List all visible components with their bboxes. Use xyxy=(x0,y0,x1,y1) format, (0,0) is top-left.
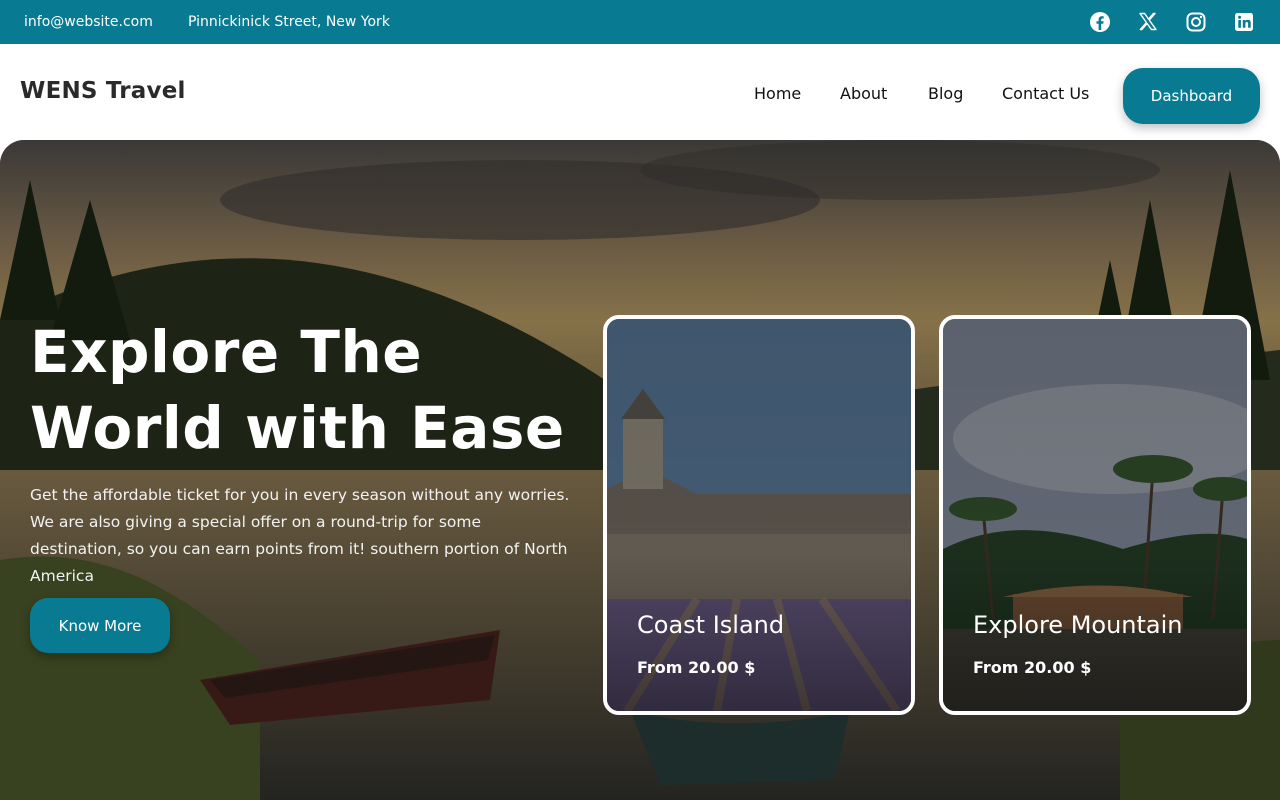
nav-link-home[interactable]: Home xyxy=(754,84,801,103)
instagram-icon[interactable] xyxy=(1184,10,1208,34)
x-twitter-icon[interactable] xyxy=(1136,10,1160,34)
linkedin-icon[interactable] xyxy=(1232,10,1256,34)
card-title: Coast Island xyxy=(637,611,785,639)
nav-link-about[interactable]: About xyxy=(840,84,887,103)
main-navbar: WENS Travel Home About Blog Contact Us D… xyxy=(0,44,1280,140)
hero-description: Get the affordable ticket for you in eve… xyxy=(30,486,570,585)
brand-logo[interactable]: WENS Travel xyxy=(20,78,186,104)
hero-section: Explore The World with Ease Get the affo… xyxy=(0,140,1280,800)
nav-link-contact[interactable]: Contact Us xyxy=(1002,84,1089,103)
destination-card-explore-mountain[interactable]: Explore Mountain From 20.00 $ xyxy=(939,315,1251,715)
destination-card-coast-island[interactable]: Coast Island From 20.00 $ xyxy=(603,315,915,715)
top-info-bar: info@website.com Pinnickinick Street, Ne… xyxy=(0,0,1280,44)
dashboard-button[interactable]: Dashboard xyxy=(1123,68,1260,124)
nav-link-blog[interactable]: Blog xyxy=(928,84,963,103)
facebook-icon[interactable] xyxy=(1088,10,1112,34)
know-more-button[interactable]: Know More xyxy=(30,598,170,653)
card-title: Explore Mountain xyxy=(973,611,1183,639)
contact-email[interactable]: info@website.com xyxy=(24,0,153,44)
hero-title: Explore The World with Ease xyxy=(30,318,565,462)
contact-address: Pinnickinick Street, New York xyxy=(188,14,390,30)
card-price: From 20.00 $ xyxy=(973,658,1092,677)
card-price: From 20.00 $ xyxy=(637,658,756,677)
